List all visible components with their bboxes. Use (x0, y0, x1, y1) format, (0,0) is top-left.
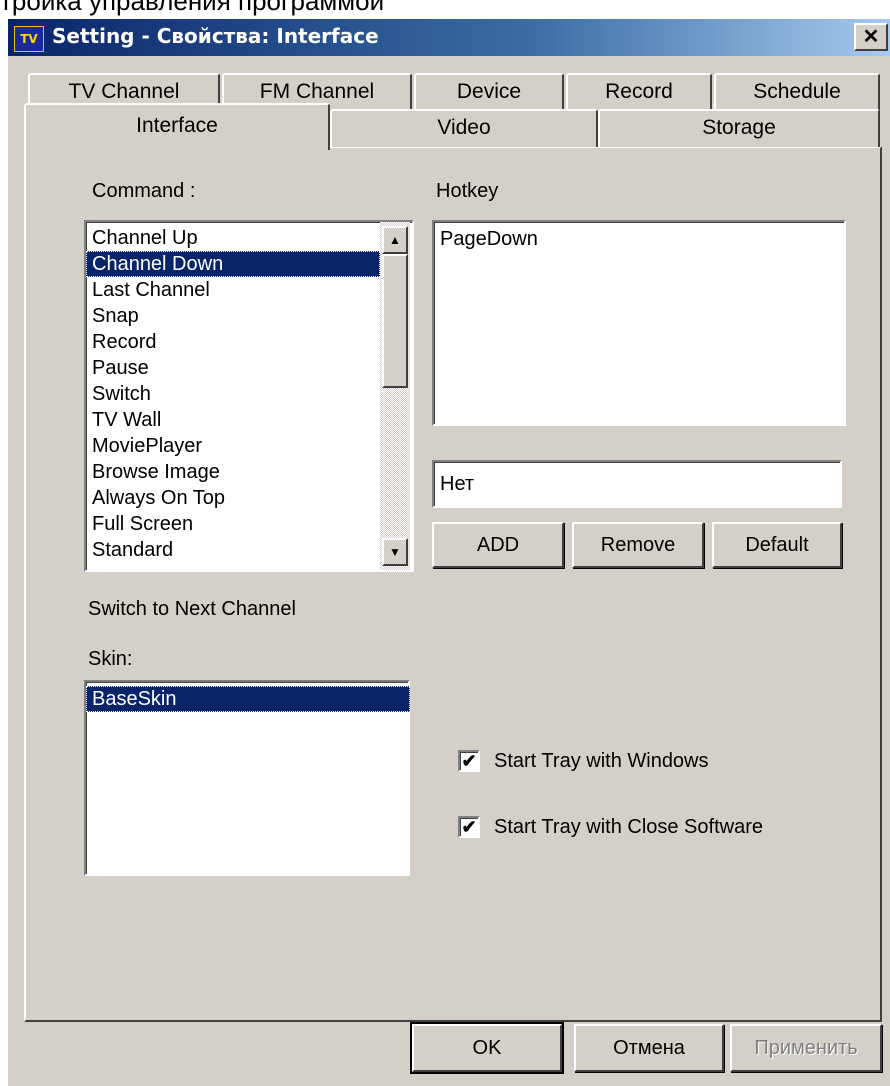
hotkey-input[interactable] (432, 460, 842, 508)
list-item[interactable]: Standard (86, 537, 380, 563)
ok-button[interactable]: OK (410, 1022, 564, 1074)
cancel-button[interactable]: Отмена (574, 1024, 724, 1072)
tab-schedule[interactable]: Schedule (714, 73, 880, 111)
list-item[interactable]: Snap (86, 303, 380, 329)
scroll-thumb[interactable] (382, 254, 408, 388)
checkmark-icon: ✔ (461, 751, 477, 771)
close-icon: ✕ (862, 26, 880, 48)
command-label: Command : (92, 180, 196, 202)
list-item[interactable]: Channel Down (86, 251, 380, 277)
hotkey-label: Hotkey (436, 180, 499, 202)
list-item[interactable]: Always On Top (86, 485, 380, 511)
arrow-up-icon[interactable]: ▲ (382, 226, 408, 254)
checkmark-icon: ✔ (461, 817, 477, 837)
list-item[interactable]: Full Screen (86, 511, 380, 537)
window-title: Setting - Свойства: Interface (52, 24, 379, 48)
tv-app-icon: TV (14, 26, 44, 52)
command-description: Switch to Next Channel (88, 598, 296, 620)
list-item[interactable]: PageDown (434, 226, 538, 252)
add-button[interactable]: ADD (432, 522, 564, 568)
arrow-down-icon[interactable]: ▼ (382, 538, 408, 566)
list-item[interactable]: MoviePlayer (86, 433, 380, 459)
list-item[interactable]: Record (86, 329, 380, 355)
skin-list[interactable]: BaseSkin (84, 680, 410, 876)
start-tray-close-checkbox[interactable]: ✔ (458, 816, 480, 838)
list-item[interactable]: TV Wall (86, 407, 380, 433)
skin-label: Skin: (88, 648, 133, 670)
list-item[interactable]: BaseSkin (86, 686, 410, 712)
tab-interface[interactable]: Interface (24, 103, 330, 150)
close-button[interactable]: ✕ (854, 23, 888, 51)
list-item[interactable]: Pause (86, 355, 380, 381)
start-tray-windows-checkbox[interactable]: ✔ (458, 750, 480, 772)
default-button[interactable]: Default (712, 522, 842, 568)
remove-button[interactable]: Remove (572, 522, 704, 568)
hotkey-list[interactable]: PageDown (432, 220, 846, 426)
start-tray-windows-label: Start Tray with Windows (494, 750, 709, 772)
list-item[interactable]: Last Channel (86, 277, 380, 303)
list-item[interactable]: Browse Image (86, 459, 380, 485)
tab-record[interactable]: Record (566, 73, 712, 111)
list-item[interactable]: Switch (86, 381, 380, 407)
tab-storage[interactable]: Storage (598, 109, 880, 147)
list-item[interactable]: Channel Up (86, 225, 380, 251)
apply-button[interactable]: Применить (730, 1024, 882, 1072)
tab-device[interactable]: Device (414, 73, 564, 111)
start-tray-close-label: Start Tray with Close Software (494, 816, 763, 838)
page-caption: тройка управления программой (0, 0, 385, 16)
command-list[interactable]: Channel Up Channel Down Last Channel Snap Re… (84, 220, 414, 572)
tab-video[interactable]: Video (330, 109, 598, 147)
